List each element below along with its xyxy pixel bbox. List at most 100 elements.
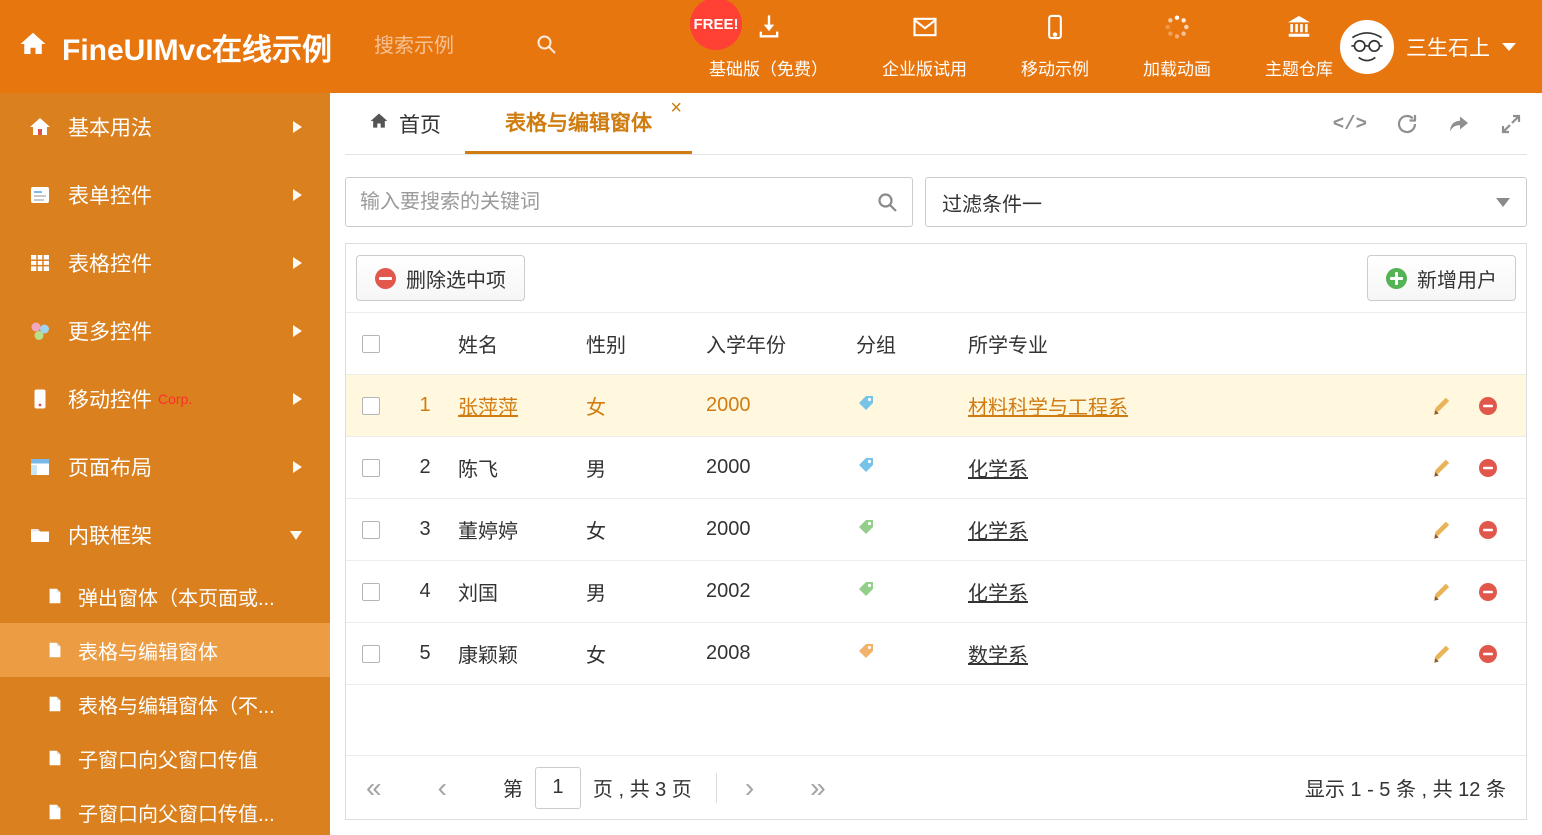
sidebar-item-mobile-controls[interactable]: 移动控件 Corp. bbox=[0, 365, 330, 433]
edit-icon[interactable] bbox=[1432, 643, 1454, 665]
major-link[interactable]: 数学系 bbox=[968, 645, 1028, 667]
page-prefix-label: 第 bbox=[502, 779, 523, 801]
edit-icon[interactable] bbox=[1432, 581, 1454, 603]
tab-home[interactable]: 首页 bbox=[345, 93, 465, 154]
edit-icon[interactable] bbox=[1432, 519, 1454, 541]
users-table: 姓名 性别 入学年份 分组 所学专业 1 张萍萍 女 2000 材料科学与工程系… bbox=[346, 313, 1526, 685]
phone-icon bbox=[28, 387, 52, 411]
plus-circle-icon bbox=[1386, 267, 1407, 289]
filter-dropdown-value: 过滤条件一 bbox=[942, 193, 1042, 216]
name-cell: 康颖颖 bbox=[450, 622, 578, 685]
search-icon[interactable] bbox=[534, 32, 558, 61]
add-user-button[interactable]: 新增用户 bbox=[1367, 255, 1516, 301]
close-icon[interactable]: × bbox=[670, 98, 682, 118]
record-summary: 显示 1 - 5 条 , 共 12 条 bbox=[1304, 779, 1506, 801]
row-number: 3 bbox=[400, 498, 450, 561]
table-row[interactable]: 1 张萍萍 女 2000 材料科学与工程系 bbox=[346, 374, 1526, 437]
sidebar-subitem-grid-edit-window-2[interactable]: 表格与编辑窗体（不... bbox=[0, 677, 330, 731]
year-cell: 2000 bbox=[698, 436, 848, 499]
edit-icon[interactable] bbox=[1432, 395, 1454, 417]
refresh-icon[interactable] bbox=[1395, 112, 1419, 136]
table-row[interactable]: 4 刘国 男 2002 化学系 bbox=[346, 560, 1526, 623]
nav-item-theme-repo[interactable]: 主题仓库 bbox=[1265, 13, 1333, 80]
select-all-checkbox[interactable] bbox=[362, 334, 380, 353]
sidebar-subitem-label: 表格与编辑窗体 bbox=[78, 641, 218, 664]
major-link[interactable]: 化学系 bbox=[968, 459, 1028, 481]
next-page-icon[interactable]: › bbox=[745, 773, 754, 802]
nav-item-loading-animation[interactable]: 加载动画 bbox=[1143, 13, 1211, 80]
user-menu[interactable]: 三生石上 bbox=[1340, 19, 1542, 74]
brand[interactable]: FineUIMvc在线示例 bbox=[0, 25, 332, 69]
sidebar-item-grid-controls[interactable]: 表格控件 bbox=[0, 229, 330, 297]
year-cell: 2008 bbox=[698, 622, 848, 685]
nav-item-enterprise-trial[interactable]: 企业版试用 bbox=[882, 13, 967, 80]
row-checkbox[interactable] bbox=[362, 520, 380, 539]
table-row[interactable]: 3 董婷婷 女 2000 化学系 bbox=[346, 498, 1526, 561]
search-icon[interactable] bbox=[875, 190, 899, 219]
major-link[interactable]: 材料科学与工程系 bbox=[968, 397, 1128, 419]
divider bbox=[715, 772, 717, 803]
app-title: FineUIMvc在线示例 bbox=[62, 33, 333, 67]
blocks-icon bbox=[28, 319, 52, 343]
delete-icon[interactable] bbox=[1478, 396, 1498, 416]
sidebar-item-page-layout[interactable]: 页面布局 bbox=[0, 433, 330, 501]
folder-icon bbox=[28, 523, 52, 547]
sidebar-item-iframe[interactable]: 内联框架 bbox=[0, 501, 330, 569]
delete-icon[interactable] bbox=[1478, 520, 1498, 540]
row-checkbox[interactable] bbox=[362, 644, 380, 663]
grid-panel: 删除选中项 新增用户 姓名 性别 入学年份 分组 所学专业 1 张萍萍 女 20… bbox=[345, 243, 1527, 820]
sidebar-item-label: 更多控件 bbox=[68, 321, 152, 344]
source-code-icon[interactable]: </> bbox=[1333, 113, 1367, 135]
delete-selected-button[interactable]: 删除选中项 bbox=[356, 255, 525, 301]
delete-icon[interactable] bbox=[1478, 582, 1498, 602]
page-number-input[interactable] bbox=[534, 766, 581, 809]
row-checkbox[interactable] bbox=[362, 458, 380, 477]
delete-icon[interactable] bbox=[1478, 458, 1498, 478]
chevron-down-icon bbox=[1496, 197, 1510, 207]
table-row[interactable]: 5 康颖颖 女 2008 数学系 bbox=[346, 622, 1526, 685]
add-button-label: 新增用户 bbox=[1417, 269, 1497, 292]
page-icon bbox=[46, 587, 64, 605]
first-page-icon[interactable]: « bbox=[366, 773, 382, 802]
nav-label: 企业版试用 bbox=[882, 60, 968, 79]
topbar-search-input[interactable] bbox=[374, 35, 535, 58]
sidebar-subitem-popup-window[interactable]: 弹出窗体（本页面或... bbox=[0, 569, 330, 623]
sidebar-item-label: 移动控件 bbox=[68, 389, 152, 412]
gender-cell: 男 bbox=[578, 436, 698, 499]
keyword-search-input[interactable] bbox=[345, 177, 913, 227]
sidebar-item-form-controls[interactable]: 表单控件 bbox=[0, 161, 330, 229]
chevron-right-icon bbox=[293, 325, 302, 337]
house-icon bbox=[28, 115, 52, 139]
sidebar-item-basic-usage[interactable]: 基本用法 bbox=[0, 93, 330, 161]
tab-grid-edit-window[interactable]: 表格与编辑窗体 × bbox=[465, 93, 692, 154]
edit-icon[interactable] bbox=[1432, 457, 1454, 479]
expand-icon[interactable] bbox=[1499, 112, 1523, 136]
sidebar-subitem-grid-edit-window[interactable]: 表格与编辑窗体 bbox=[0, 623, 330, 677]
nav-label: 加载动画 bbox=[1143, 60, 1212, 79]
column-header-major: 所学专业 bbox=[960, 313, 1400, 375]
chevron-right-icon bbox=[293, 393, 302, 405]
column-header-group: 分组 bbox=[848, 313, 960, 375]
tab-label: 首页 bbox=[399, 113, 441, 137]
major-link[interactable]: 化学系 bbox=[968, 521, 1028, 543]
row-checkbox[interactable] bbox=[362, 582, 380, 601]
last-page-icon[interactable]: » bbox=[810, 773, 826, 802]
share-icon[interactable] bbox=[1447, 112, 1471, 136]
column-header-name: 姓名 bbox=[450, 313, 578, 375]
main-content: 首页 表格与编辑窗体 × </> 过滤条件一 bbox=[330, 93, 1542, 835]
nav-item-mobile-demo[interactable]: 移动示例 bbox=[1021, 13, 1089, 80]
sidebar-subitem-child-to-parent-2[interactable]: 子窗口向父窗口传值... bbox=[0, 785, 330, 835]
filter-dropdown[interactable]: 过滤条件一 bbox=[925, 177, 1527, 227]
major-link[interactable]: 化学系 bbox=[968, 583, 1028, 605]
name-link[interactable]: 张萍萍 bbox=[458, 397, 518, 419]
table-row[interactable]: 2 陈飞 男 2000 化学系 bbox=[346, 436, 1526, 499]
sidebar-subitem-child-to-parent[interactable]: 子窗口向父窗口传值 bbox=[0, 731, 330, 785]
row-number: 2 bbox=[400, 436, 450, 499]
delete-icon[interactable] bbox=[1478, 644, 1498, 664]
prev-page-icon[interactable]: ‹ bbox=[438, 773, 447, 802]
nav-label: 主题仓库 bbox=[1265, 60, 1334, 79]
row-checkbox[interactable] bbox=[362, 396, 380, 415]
sidebar-item-more-controls[interactable]: 更多控件 bbox=[0, 297, 330, 365]
chevron-down-icon bbox=[1502, 42, 1516, 51]
page-suffix-label: 页 , 共 3 页 bbox=[592, 779, 692, 801]
